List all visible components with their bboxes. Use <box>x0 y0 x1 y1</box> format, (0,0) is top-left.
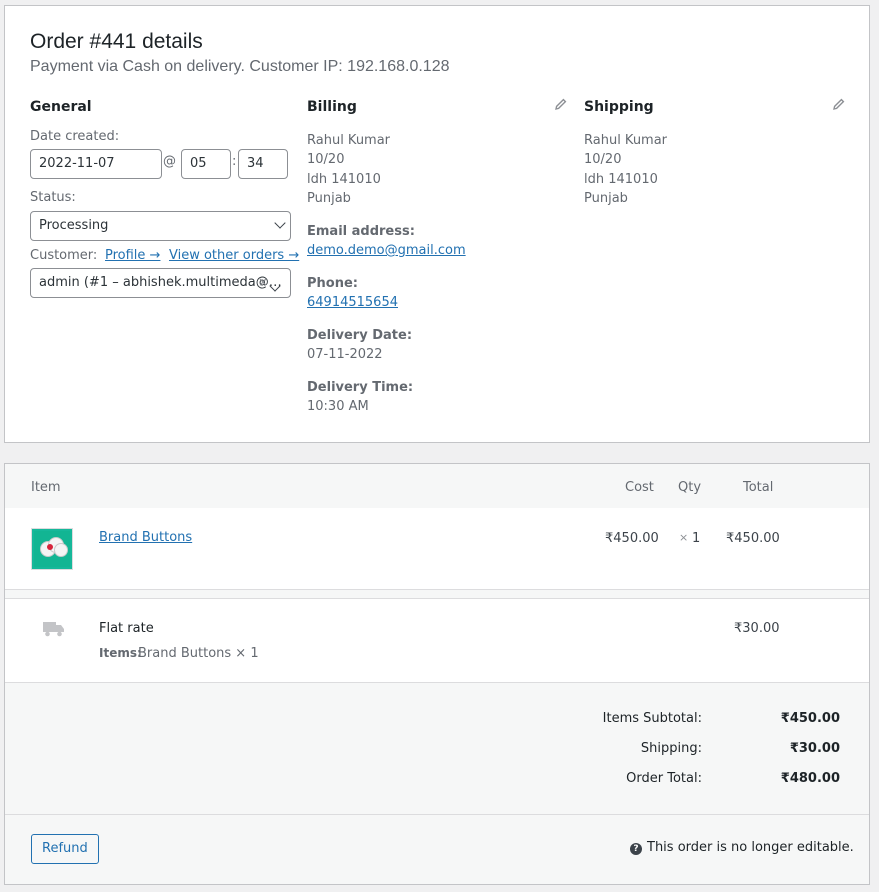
customer-select[interactable]: admin (#1 – abhishek.multimeda@… <box>30 268 291 298</box>
delivery-date-label: Delivery Date: <box>307 328 413 343</box>
profile-link[interactable]: Profile → <box>105 248 160 263</box>
customer-value: admin (#1 – abhishek.multimeda@… <box>39 275 282 290</box>
order-subtitle: Payment via Cash on delivery. Customer I… <box>30 58 450 75</box>
shipping-name: Rahul Kumar <box>584 133 668 148</box>
shipping-address-1: 10/20 <box>584 152 622 167</box>
shipping-heading: Shipping <box>584 99 654 115</box>
pencil-icon[interactable] <box>554 98 568 112</box>
col-header-total: Total <box>743 480 774 495</box>
qty-multiplier: × <box>679 531 689 544</box>
date-created-label: Date created: <box>30 129 120 144</box>
shipping-total-label: Shipping: <box>640 741 702 756</box>
billing-heading: Billing <box>307 99 357 115</box>
time-colon: : <box>232 154 237 169</box>
order-total-label: Order Total: <box>626 771 702 786</box>
order-items-panel: Item Cost Qty Total Brand Buttons ₹450.0… <box>4 463 870 885</box>
delivery-time-label: Delivery Time: <box>307 380 414 395</box>
product-qty: 1 <box>692 531 701 546</box>
billing-state: Punjab <box>307 191 351 206</box>
billing-address-1: 10/20 <box>307 152 345 167</box>
col-header-qty: Qty <box>678 480 702 495</box>
email-label: Email address: <box>307 224 415 239</box>
shipping-items-value: Brand Buttons × 1 <box>138 646 259 661</box>
order-total-value: ₹480.00 <box>780 771 840 786</box>
order-details-panel: Order #441 details Payment via Cash on d… <box>4 5 870 443</box>
shipping-state: Punjab <box>584 191 628 206</box>
general-heading: General <box>30 99 92 115</box>
phone-label: Phone: <box>307 276 358 291</box>
product-total: ₹450.00 <box>726 531 780 546</box>
billing-city: ldh 141010 <box>307 172 381 187</box>
divider <box>5 814 869 815</box>
product-name-link[interactable]: Brand Buttons <box>99 530 192 545</box>
truck-icon <box>43 621 65 637</box>
view-other-orders-link[interactable]: View other orders → <box>169 248 299 263</box>
product-cost: ₹450.00 <box>605 531 659 546</box>
items-subtotal-value: ₹450.00 <box>780 711 840 726</box>
at-separator: @ <box>163 154 176 169</box>
delivery-date-value: 07-11-2022 <box>307 347 383 362</box>
shipping-line-total: ₹30.00 <box>734 621 780 636</box>
help-icon: ? <box>630 843 642 855</box>
refund-button[interactable]: Refund <box>31 834 99 864</box>
date-created-input[interactable]: 2022-11-07 <box>30 149 162 179</box>
table-row: Flat rate Items: Brand Buttons × 1 ₹30.0… <box>5 598 869 683</box>
billing-email-link[interactable]: demo.demo@gmail.com <box>307 243 466 258</box>
not-editable-note: This order is no longer editable. <box>647 840 854 855</box>
status-value: Processing <box>39 218 109 233</box>
billing-name: Rahul Kumar <box>307 133 391 148</box>
status-select[interactable]: Processing <box>30 211 291 241</box>
page-title: Order #441 details <box>30 30 203 53</box>
customer-label: Customer: <box>30 248 98 263</box>
billing-phone-link[interactable]: 64914515654 <box>307 295 398 310</box>
col-header-cost: Cost <box>625 480 654 495</box>
delivery-time-value: 10:30 AM <box>307 399 369 414</box>
shipping-items-label: Items: <box>99 646 142 660</box>
pencil-icon[interactable] <box>832 98 846 112</box>
col-header-item: Item <box>31 480 61 495</box>
shipping-total-value: ₹30.00 <box>789 741 840 756</box>
minute-input[interactable]: 34 <box>238 149 288 179</box>
hour-input[interactable]: 05 <box>181 149 231 179</box>
clear-customer-icon[interactable]: × <box>258 275 268 289</box>
chevron-down-icon <box>274 217 286 229</box>
table-row: Brand Buttons ₹450.00 × 1 ₹450.00 <box>5 508 869 590</box>
product-thumbnail <box>31 528 73 570</box>
shipping-city: ldh 141010 <box>584 172 658 187</box>
items-subtotal-label: Items Subtotal: <box>602 711 702 726</box>
shipping-method-name: Flat rate <box>99 621 154 636</box>
status-label: Status: <box>30 190 76 205</box>
